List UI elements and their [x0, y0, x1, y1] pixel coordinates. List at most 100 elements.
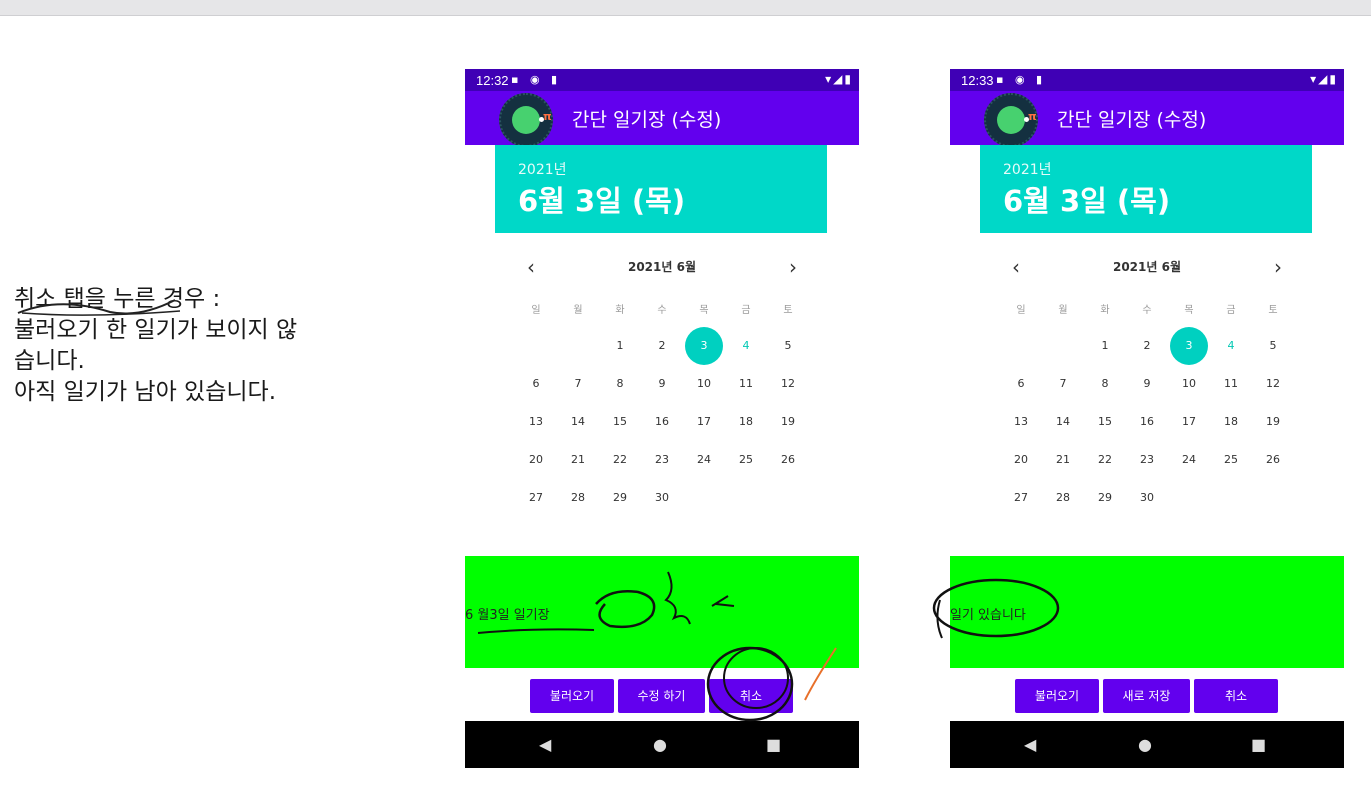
day-cell[interactable]: 3	[683, 327, 725, 365]
weekday-label: 수	[657, 305, 667, 316]
day-cell[interactable]: 26	[767, 441, 809, 479]
day-cell[interactable]: 4	[725, 327, 767, 365]
back-icon[interactable]: ◀	[539, 735, 551, 754]
day-cell[interactable]: 18	[725, 403, 767, 441]
weekday-label: 토	[1268, 305, 1278, 316]
phone-screen-right: 12:33 ▪ ◉ ▮ ▾◢▮ π 간단 일기장 (수정) 2021년 6월 3…	[950, 69, 1344, 768]
app-logo-icon: π	[499, 93, 553, 147]
day-cell[interactable]: 14	[557, 403, 599, 441]
day-grid: 1 2 3 4 5 6 7 8 9 10 11 12 13 14 15 16 17 18 19 20 21 22 23 24 2…	[1000, 327, 1294, 517]
day-cell[interactable]: 11	[1210, 365, 1252, 403]
day-cell[interactable]: 25	[1210, 441, 1252, 479]
note-line-1: 취소 탭을 누른 경우 :	[14, 286, 221, 312]
button-row: 불러오기 수정 하기 취소	[465, 679, 859, 713]
date-header: 2021년 6월 3일 (목)	[495, 145, 827, 233]
day-cell[interactable]: 25	[725, 441, 767, 479]
day-cell[interactable]: 14	[1042, 403, 1084, 441]
day-cell[interactable]: 22	[599, 441, 641, 479]
diary-text: 일기 있습니다	[950, 608, 1026, 623]
day-cell[interactable]: 16	[641, 403, 683, 441]
day-cell[interactable]: 6	[1000, 365, 1042, 403]
day-cell[interactable]: 1	[599, 327, 641, 365]
day-cell[interactable]: 11	[725, 365, 767, 403]
empty-day-cell	[1000, 327, 1042, 365]
cancel-button[interactable]: 취소	[1194, 679, 1278, 713]
chevron-right-icon[interactable]: ›	[789, 255, 797, 279]
recents-icon[interactable]: ■	[1251, 735, 1266, 754]
day-cell[interactable]: 3	[1168, 327, 1210, 365]
back-icon[interactable]: ◀	[1024, 735, 1036, 754]
day-cell[interactable]: 5	[767, 327, 809, 365]
signal-battery-icon: ▾◢▮	[1310, 72, 1338, 86]
weekday-label: 화	[1100, 305, 1110, 316]
day-cell[interactable]: 2	[1126, 327, 1168, 365]
day-cell[interactable]: 8	[1084, 365, 1126, 403]
day-cell[interactable]: 17	[683, 403, 725, 441]
day-cell[interactable]: 9	[1126, 365, 1168, 403]
empty-day-cell	[557, 327, 599, 365]
diary-text-area[interactable]: 6 월3일 일기장	[465, 556, 859, 668]
day-cell[interactable]: 18	[1210, 403, 1252, 441]
day-cell[interactable]: 15	[599, 403, 641, 441]
day-cell[interactable]: 8	[599, 365, 641, 403]
day-cell[interactable]: 7	[1042, 365, 1084, 403]
day-cell[interactable]: 21	[557, 441, 599, 479]
day-cell[interactable]: 24	[683, 441, 725, 479]
diary-text-area[interactable]: 일기 있습니다	[950, 556, 1344, 668]
day-cell[interactable]: 4	[1210, 327, 1252, 365]
day-cell[interactable]: 5	[1252, 327, 1294, 365]
day-cell[interactable]: 26	[1252, 441, 1294, 479]
day-cell[interactable]: 10	[683, 365, 725, 403]
weekday-label: 일	[1016, 305, 1026, 316]
cancel-button[interactable]: 취소	[709, 679, 793, 713]
save-new-button[interactable]: 새로 저장	[1103, 679, 1190, 713]
day-cell[interactable]: 27	[515, 479, 557, 517]
home-icon[interactable]: ●	[1138, 735, 1152, 754]
day-cell[interactable]: 20	[515, 441, 557, 479]
day-cell[interactable]: 6	[515, 365, 557, 403]
day-cell[interactable]: 16	[1126, 403, 1168, 441]
day-cell[interactable]: 13	[1000, 403, 1042, 441]
recents-icon[interactable]: ■	[766, 735, 781, 754]
load-button[interactable]: 불러오기	[530, 679, 614, 713]
day-cell[interactable]: 1	[1084, 327, 1126, 365]
android-nav-bar: ◀ ● ■	[950, 721, 1344, 768]
day-cell[interactable]: 28	[1042, 479, 1084, 517]
weekday-label: 목	[1184, 305, 1194, 316]
app-title: 간단 일기장 (수정)	[1057, 109, 1207, 131]
day-cell[interactable]: 2	[641, 327, 683, 365]
day-cell[interactable]: 27	[1000, 479, 1042, 517]
day-cell[interactable]: 29	[1084, 479, 1126, 517]
day-cell[interactable]: 23	[1126, 441, 1168, 479]
weekday-label: 일	[531, 305, 541, 316]
chevron-right-icon[interactable]: ›	[1274, 255, 1282, 279]
weekday-label: 월	[573, 305, 583, 316]
weekday-label: 목	[699, 305, 709, 316]
day-cell[interactable]: 19	[767, 403, 809, 441]
app-bar: π 간단 일기장 (수정)	[950, 91, 1344, 147]
day-cell[interactable]: 24	[1168, 441, 1210, 479]
day-cell[interactable]: 9	[641, 365, 683, 403]
home-icon[interactable]: ●	[653, 735, 667, 754]
day-cell[interactable]: 30	[1126, 479, 1168, 517]
day-cell[interactable]: 15	[1084, 403, 1126, 441]
day-cell[interactable]: 23	[641, 441, 683, 479]
day-cell[interactable]: 20	[1000, 441, 1042, 479]
day-cell[interactable]: 10	[1168, 365, 1210, 403]
day-cell[interactable]: 12	[1252, 365, 1294, 403]
notification-icons: ▪ ◉ ▮	[996, 73, 1047, 86]
day-cell[interactable]: 17	[1168, 403, 1210, 441]
day-cell[interactable]: 12	[767, 365, 809, 403]
weekday-label: 수	[1142, 305, 1152, 316]
day-cell[interactable]: 22	[1084, 441, 1126, 479]
day-cell[interactable]: 21	[1042, 441, 1084, 479]
load-button[interactable]: 불러오기	[1015, 679, 1099, 713]
date-header: 2021년 6월 3일 (목)	[980, 145, 1312, 233]
day-cell[interactable]: 7	[557, 365, 599, 403]
day-cell[interactable]: 19	[1252, 403, 1294, 441]
day-cell[interactable]: 13	[515, 403, 557, 441]
day-cell[interactable]: 29	[599, 479, 641, 517]
day-cell[interactable]: 30	[641, 479, 683, 517]
edit-button[interactable]: 수정 하기	[618, 679, 705, 713]
day-cell[interactable]: 28	[557, 479, 599, 517]
